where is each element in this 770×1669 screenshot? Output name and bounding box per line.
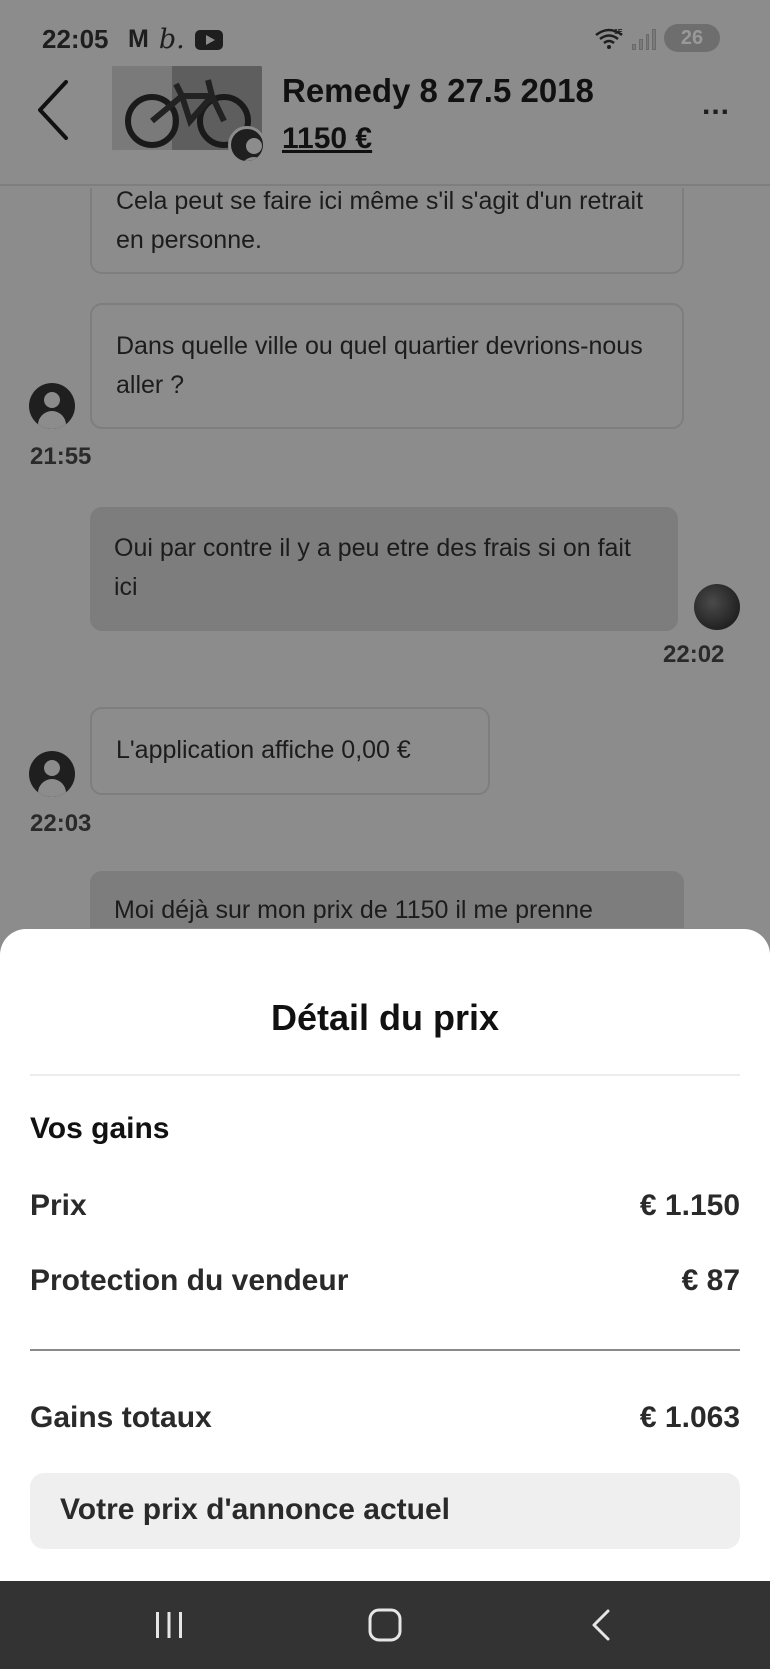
message-time: 22:03 [30,810,92,837]
message-bubble: Oui par contre il y a peu etre des frais… [90,507,678,631]
row-value: € 1.150 [639,1189,740,1222]
system-nav-bar [0,1581,770,1669]
section-title: Vos gains [30,1112,170,1145]
back-button[interactable] [546,1581,656,1669]
message-text: Moi déjà sur mon prix de 1150 il me pren… [114,896,593,924]
back-icon [592,1609,610,1641]
sheet-title: Détail du prix [270,997,500,1038]
home-button[interactable] [330,1581,440,1669]
listing-price[interactable]: 1150 € [282,122,372,156]
gmail-icon: M [128,25,149,53]
price-detail-sheet: Détail du prix Vos gains Prix € 1.150 Pr… [0,929,770,1581]
total-label: Gains totaux [30,1401,212,1434]
message-bubble: Cela peut se faire ici même s'il s'agit … [90,188,684,274]
seller-avatar [228,126,266,164]
signal-icon [632,26,656,50]
contact-avatar[interactable] [29,383,75,429]
row-label: Prix [30,1189,87,1222]
message-bubble: L'application affiche 0,00 € [90,707,490,795]
chat-messages: Cela peut se faire ici même s'il s'agit … [0,188,770,928]
price-row: Prix € 1.150 [30,1189,740,1229]
back-arrow-icon[interactable] [36,78,76,142]
message-text: Oui par contre il y a peu etre des frais… [114,534,631,601]
divider [30,1074,740,1076]
message-time: 22:02 [663,641,725,668]
row-value: € 87 [681,1264,740,1297]
network-type-label: 6E [614,29,623,36]
status-time: 22:05 [42,24,109,54]
message-time: 21:55 [30,443,92,470]
row-label: Protection du vendeur [30,1264,349,1297]
battery-indicator: 26 [664,24,720,52]
divider [30,1349,740,1351]
home-icon [368,1608,402,1642]
message-text: L'application affiche 0,00 € [116,736,411,764]
message-text: Dans quelle ville ou quel quartier devri… [116,332,643,399]
message-bubble: Moi déjà sur mon prix de 1150 il me pren… [90,871,684,928]
youtube-icon [194,29,223,50]
listing-title[interactable]: Remedy 8 27.5 2018 [282,72,594,110]
message-bubble: Dans quelle ville ou quel quartier devri… [90,303,684,429]
recent-apps-button[interactable] [114,1581,224,1669]
more-options-button[interactable]: ... [702,88,730,122]
total-value: € 1.063 [639,1401,740,1434]
notification-icons: M b. [128,24,223,55]
b-app-icon: b. [158,24,185,55]
wifi-icon: 6E [595,28,623,49]
total-earnings-row: Gains totaux € 1.063 [30,1401,740,1441]
recent-apps-icon [156,1612,182,1638]
contact-avatar[interactable] [29,751,75,797]
button-label: Votre prix d'annonce actuel [60,1493,450,1526]
conversation-header: Remedy 8 27.5 2018 1150 € ... [0,60,770,186]
current-listing-price-button[interactable]: Votre prix d'annonce actuel [30,1473,740,1549]
system-icons: 6E 26 [594,24,720,52]
message-text: Cela peut se faire ici même s'il s'agit … [116,188,644,254]
my-avatar[interactable] [694,584,740,630]
seller-protection-row: Protection du vendeur € 87 [30,1264,740,1304]
